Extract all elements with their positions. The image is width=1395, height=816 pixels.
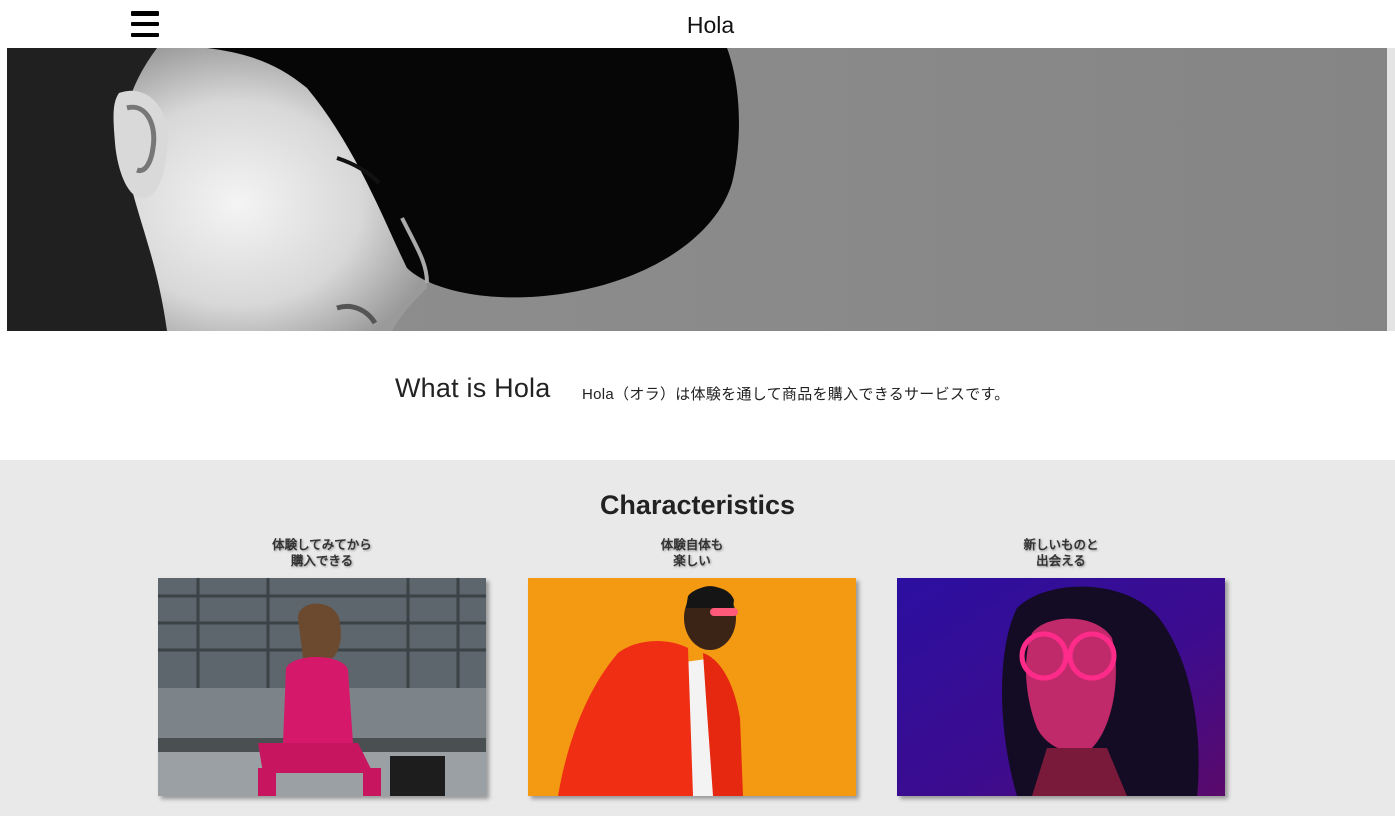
- feature-card-fun-experience[interactable]: 体験自体も 楽しい: [528, 537, 856, 796]
- feature-card-try-before-buy[interactable]: 体験してみてから 購入できる: [158, 537, 486, 796]
- feature-card-discover-new[interactable]: 新しいものと 出会える: [897, 537, 1225, 796]
- feature-photo: [528, 578, 856, 796]
- feature-caption-line2: 購入できる: [290, 554, 354, 568]
- about-title: What is Hola: [395, 373, 551, 403]
- hero-image: [7, 48, 1387, 331]
- characteristics-title: Characteristics: [599, 490, 796, 520]
- feature-photo: [897, 578, 1225, 796]
- feature-caption-line1: 新しいものと: [1023, 538, 1099, 552]
- feature-caption-line2: 出会える: [1036, 554, 1086, 568]
- feature-caption-line1: 体験自体も: [660, 538, 724, 552]
- feature-caption: 新しいものと 出会える: [897, 537, 1225, 578]
- feature-caption: 体験自体も 楽しい: [528, 537, 856, 578]
- feature-photo: [158, 578, 486, 796]
- site-header: Hola: [0, 0, 1395, 48]
- feature-caption-line1: 体験してみてから: [272, 538, 372, 552]
- about-description: Hola（オラ）は体験を通して商品を購入できるサービスです。: [582, 386, 1010, 403]
- about-section: What is Hola Hola（オラ）は体験を通して商品を購入できるサービス…: [0, 331, 1395, 460]
- site-brand[interactable]: Hola: [0, 12, 1395, 39]
- characteristics-section: Characteristics 体験してみてから 購入できる 体験自体も 楽しい…: [0, 460, 1395, 816]
- hero-scroll-track[interactable]: [1387, 48, 1395, 331]
- feature-caption: 体験してみてから 購入できる: [158, 537, 486, 578]
- feature-caption-line2: 楽しい: [673, 554, 711, 568]
